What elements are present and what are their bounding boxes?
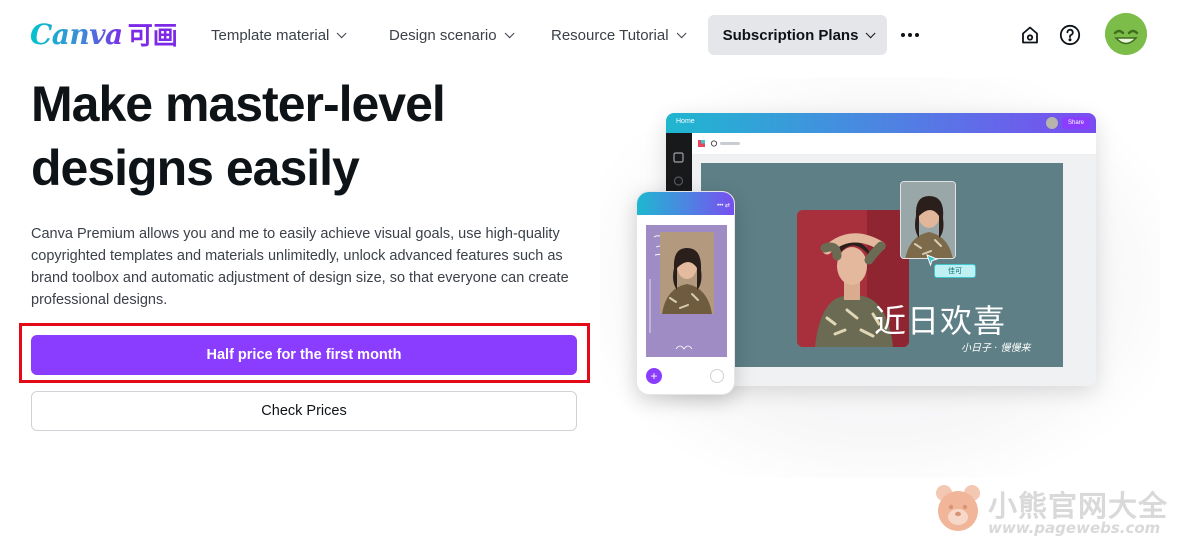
nav-design-scenario-label: Design scenario bbox=[389, 26, 497, 44]
pages-icon bbox=[710, 369, 724, 383]
nav-template-material[interactable]: Template material bbox=[211, 15, 347, 55]
editor-header: Home Share bbox=[666, 113, 1096, 133]
watermark-url: www.pagewebs.com bbox=[988, 519, 1161, 537]
cursor-icon bbox=[926, 254, 939, 267]
help-icon[interactable] bbox=[1058, 23, 1082, 47]
nav-resource-tutorial-label: Resource Tutorial bbox=[551, 26, 669, 44]
bear-logo-icon bbox=[936, 485, 980, 531]
logo-cn-mark: 可画 bbox=[127, 21, 178, 50]
check-prices-button[interactable]: Check Prices bbox=[31, 391, 577, 431]
logo-wordmark: Canva bbox=[30, 17, 123, 51]
chevron-down-icon bbox=[337, 27, 347, 38]
nav-subscription-plans-label: Subscription Plans bbox=[722, 26, 859, 44]
editor-home-link: Home bbox=[676, 118, 695, 125]
canva-logo[interactable]: Canva 可画 bbox=[30, 16, 178, 52]
design-signature: 小日子 · 慢慢来 bbox=[961, 343, 1031, 354]
phone-design-photo bbox=[660, 232, 714, 314]
watermark: 小熊官网大全 www.pagewebs.com bbox=[932, 481, 1172, 541]
hero-title-line-2: designs easily bbox=[31, 140, 360, 196]
chevron-down-icon bbox=[676, 27, 687, 38]
hero-title-line-1: Make master-level bbox=[31, 76, 446, 132]
half-price-button[interactable]: Half price for the first month bbox=[31, 335, 577, 375]
nav-resource-tutorial[interactable]: Resource Tutorial bbox=[551, 15, 687, 55]
plus-icon: + bbox=[646, 368, 662, 384]
editor-toolbar bbox=[666, 133, 1096, 155]
more-icon[interactable] bbox=[897, 22, 923, 48]
editor-share-button: Share bbox=[1062, 117, 1090, 129]
nav-design-scenario[interactable]: Design scenario bbox=[389, 15, 515, 55]
design-secondary-photo bbox=[900, 181, 956, 259]
phone-header: ••• ⇄ bbox=[637, 192, 734, 215]
design-headline: 近日欢喜 bbox=[874, 302, 1007, 340]
nav-subscription-plans[interactable]: Subscription Plans bbox=[708, 15, 887, 55]
editor-avatar bbox=[1046, 117, 1058, 129]
user-avatar[interactable] bbox=[1105, 13, 1147, 55]
chevron-down-icon bbox=[866, 27, 876, 38]
nav-template-material-label: Template material bbox=[211, 26, 330, 44]
phone-status-icons: ••• ⇄ bbox=[717, 203, 730, 209]
home-icon[interactable] bbox=[1018, 23, 1042, 47]
hero-description: Canva Premium allows you and me to easil… bbox=[31, 226, 569, 308]
hero-title: Make master-level designs easily bbox=[31, 72, 551, 200]
phone-editor-mockup: ••• ⇄ + bbox=[636, 191, 735, 395]
collaborator-tag: 佳可 bbox=[934, 264, 976, 278]
chevron-down-icon bbox=[504, 27, 515, 38]
top-nav: Canva 可画 Template material Design scenar… bbox=[0, 0, 1181, 72]
